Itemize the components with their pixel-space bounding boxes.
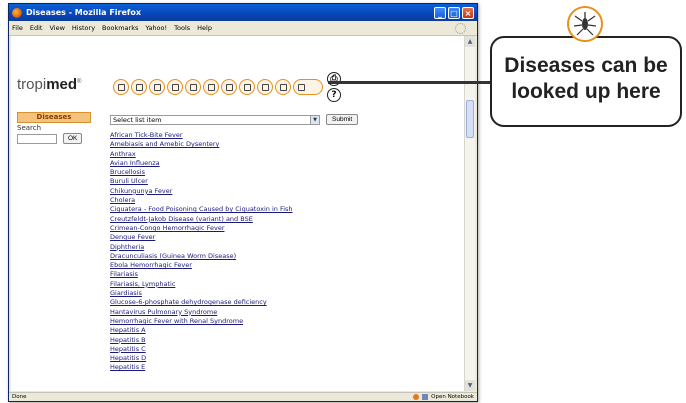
disease-list: African Tick-Bite Fever Amebiasis and Am… xyxy=(110,131,293,373)
window-title: Diseases - Mozilla Firefox xyxy=(26,8,142,17)
notebook-status-icon[interactable] xyxy=(422,394,429,400)
mosquito-icon[interactable] xyxy=(131,79,147,95)
list-item[interactable]: Anthrax xyxy=(110,150,293,159)
logo-text: tropi xyxy=(17,76,47,93)
submit-button[interactable]: Submit xyxy=(326,114,359,125)
scrollbar-thumb[interactable] xyxy=(466,100,474,138)
search-input[interactable] xyxy=(17,133,57,144)
search-row: OK xyxy=(17,133,91,144)
menu-file[interactable]: File xyxy=(12,24,23,32)
select-value: Select list item xyxy=(113,115,162,124)
left-panel: Diseases Search OK xyxy=(17,112,91,144)
map-icon[interactable] xyxy=(221,79,237,95)
search-label: Search xyxy=(17,124,42,132)
status-bar: Done Open Notebook xyxy=(9,392,477,401)
water-icon[interactable] xyxy=(239,79,255,95)
browser-window: Diseases - Mozilla Firefox _ □ × File Ed… xyxy=(8,3,478,402)
logo-mark: ® xyxy=(77,79,82,85)
list-item[interactable]: Filariasis xyxy=(110,270,293,279)
list-item[interactable]: Crimean-Congo Hemorrhagic Fever xyxy=(110,224,293,233)
list-item[interactable]: Hepatitis A xyxy=(110,326,293,335)
menu-history[interactable]: History xyxy=(72,24,95,32)
list-item[interactable]: Hepatitis C xyxy=(110,345,293,354)
vertical-scrollbar[interactable]: ▲ ▼ xyxy=(464,36,475,391)
menu-edit[interactable]: Edit xyxy=(30,24,43,32)
minimize-button[interactable]: _ xyxy=(434,6,446,19)
firefox-icon xyxy=(12,7,22,18)
callout-connector-line xyxy=(328,81,492,84)
globe-icon[interactable] xyxy=(113,79,129,95)
list-item[interactable]: Dracunculiasis (Guinea Worm Disease) xyxy=(110,252,293,261)
diseases-heading[interactable]: Diseases xyxy=(17,112,91,123)
document-icon[interactable] xyxy=(203,79,219,95)
list-item[interactable]: Avian Influenza xyxy=(110,159,293,168)
throbber-icon xyxy=(455,23,466,34)
status-text: Done xyxy=(12,394,27,400)
list-item[interactable]: Ciguatera - Food Poisoning Caused by Cig… xyxy=(110,205,293,214)
disease-select[interactable]: Select list item ▼ xyxy=(110,114,320,125)
category-icon-row: ⎙ ? xyxy=(113,72,341,102)
list-item[interactable]: Cholera xyxy=(110,196,293,205)
list-item[interactable]: Hepatitis E xyxy=(110,363,293,372)
menu-tools[interactable]: Tools xyxy=(174,24,190,32)
list-item[interactable]: Dengue Fever xyxy=(110,233,293,242)
list-item[interactable]: Diphtheria xyxy=(110,243,293,252)
mosquito-icon xyxy=(567,6,603,42)
callout-text: Diseases can be looked up here xyxy=(492,53,680,105)
list-item[interactable]: Hemorrhagic Fever with Renal Syndrome xyxy=(110,317,293,326)
close-button[interactable]: × xyxy=(462,6,474,19)
list-item[interactable]: Ebola Hemorrhagic Fever xyxy=(110,261,293,270)
menu-help[interactable]: Help xyxy=(197,24,212,32)
open-notebook-link[interactable]: Open Notebook xyxy=(431,394,474,400)
building-icon[interactable] xyxy=(167,79,183,95)
list-item[interactable]: Hepatitis B xyxy=(110,336,293,345)
list-item[interactable]: Creutzfeldt-Jakob Disease (variant) and … xyxy=(110,215,293,224)
list-item[interactable]: African Tick-Bite Fever xyxy=(110,131,293,140)
first-aid-icon[interactable] xyxy=(149,79,165,95)
print-icon[interactable]: ⎙ xyxy=(327,72,341,86)
list-item[interactable]: Hepatitis D xyxy=(110,354,293,363)
list-item[interactable]: Filariasis, Lymphatic xyxy=(110,280,293,289)
notebook-icon[interactable] xyxy=(293,79,323,95)
menu-yahoo[interactable]: Yahoo! xyxy=(145,24,167,32)
list-item[interactable]: Buruli Ulcer xyxy=(110,177,293,186)
scroll-down-icon[interactable]: ▼ xyxy=(465,380,475,391)
page-content: tropimed® ⎙ ? Diseases Search OK Select … xyxy=(11,36,464,391)
list-item[interactable]: Brucellosis xyxy=(110,168,293,177)
callout-line-2: looked up here xyxy=(511,80,661,103)
clipboard-icon[interactable] xyxy=(275,79,291,95)
list-item[interactable]: Chikungunya Fever xyxy=(110,187,293,196)
tropimed-logo[interactable]: tropimed® xyxy=(17,76,81,93)
list-item[interactable]: Giardiasis xyxy=(110,289,293,298)
disease-selector-row: Select list item ▼ Submit xyxy=(110,114,359,125)
menu-bookmarks[interactable]: Bookmarks xyxy=(102,24,138,32)
syringe-icon[interactable] xyxy=(185,79,201,95)
callout-box: Diseases can be looked up here xyxy=(490,36,682,127)
scroll-up-icon[interactable]: ▲ xyxy=(465,36,475,47)
help-icon[interactable]: ? xyxy=(327,88,341,102)
addon-icon[interactable] xyxy=(413,394,420,400)
chevron-down-icon[interactable]: ▼ xyxy=(310,115,319,124)
callout-line-1: Diseases can be xyxy=(504,54,668,77)
ok-button[interactable]: OK xyxy=(63,133,83,144)
maximize-button[interactable]: □ xyxy=(448,6,460,19)
list-item[interactable]: Hantavirus Pulmonary Syndrome xyxy=(110,308,293,317)
logo-text-bold: med xyxy=(46,76,78,93)
pill-icon[interactable] xyxy=(257,79,273,95)
list-item[interactable]: Glucose-6-phosphate dehydrogenase defici… xyxy=(110,298,293,307)
list-item[interactable]: Amebiasis and Amebic Dysentery xyxy=(110,140,293,149)
menu-view[interactable]: View xyxy=(49,24,64,32)
menu-bar: File Edit View History Bookmarks Yahoo! … xyxy=(9,21,477,36)
title-bar: Diseases - Mozilla Firefox _ □ × xyxy=(9,4,477,21)
